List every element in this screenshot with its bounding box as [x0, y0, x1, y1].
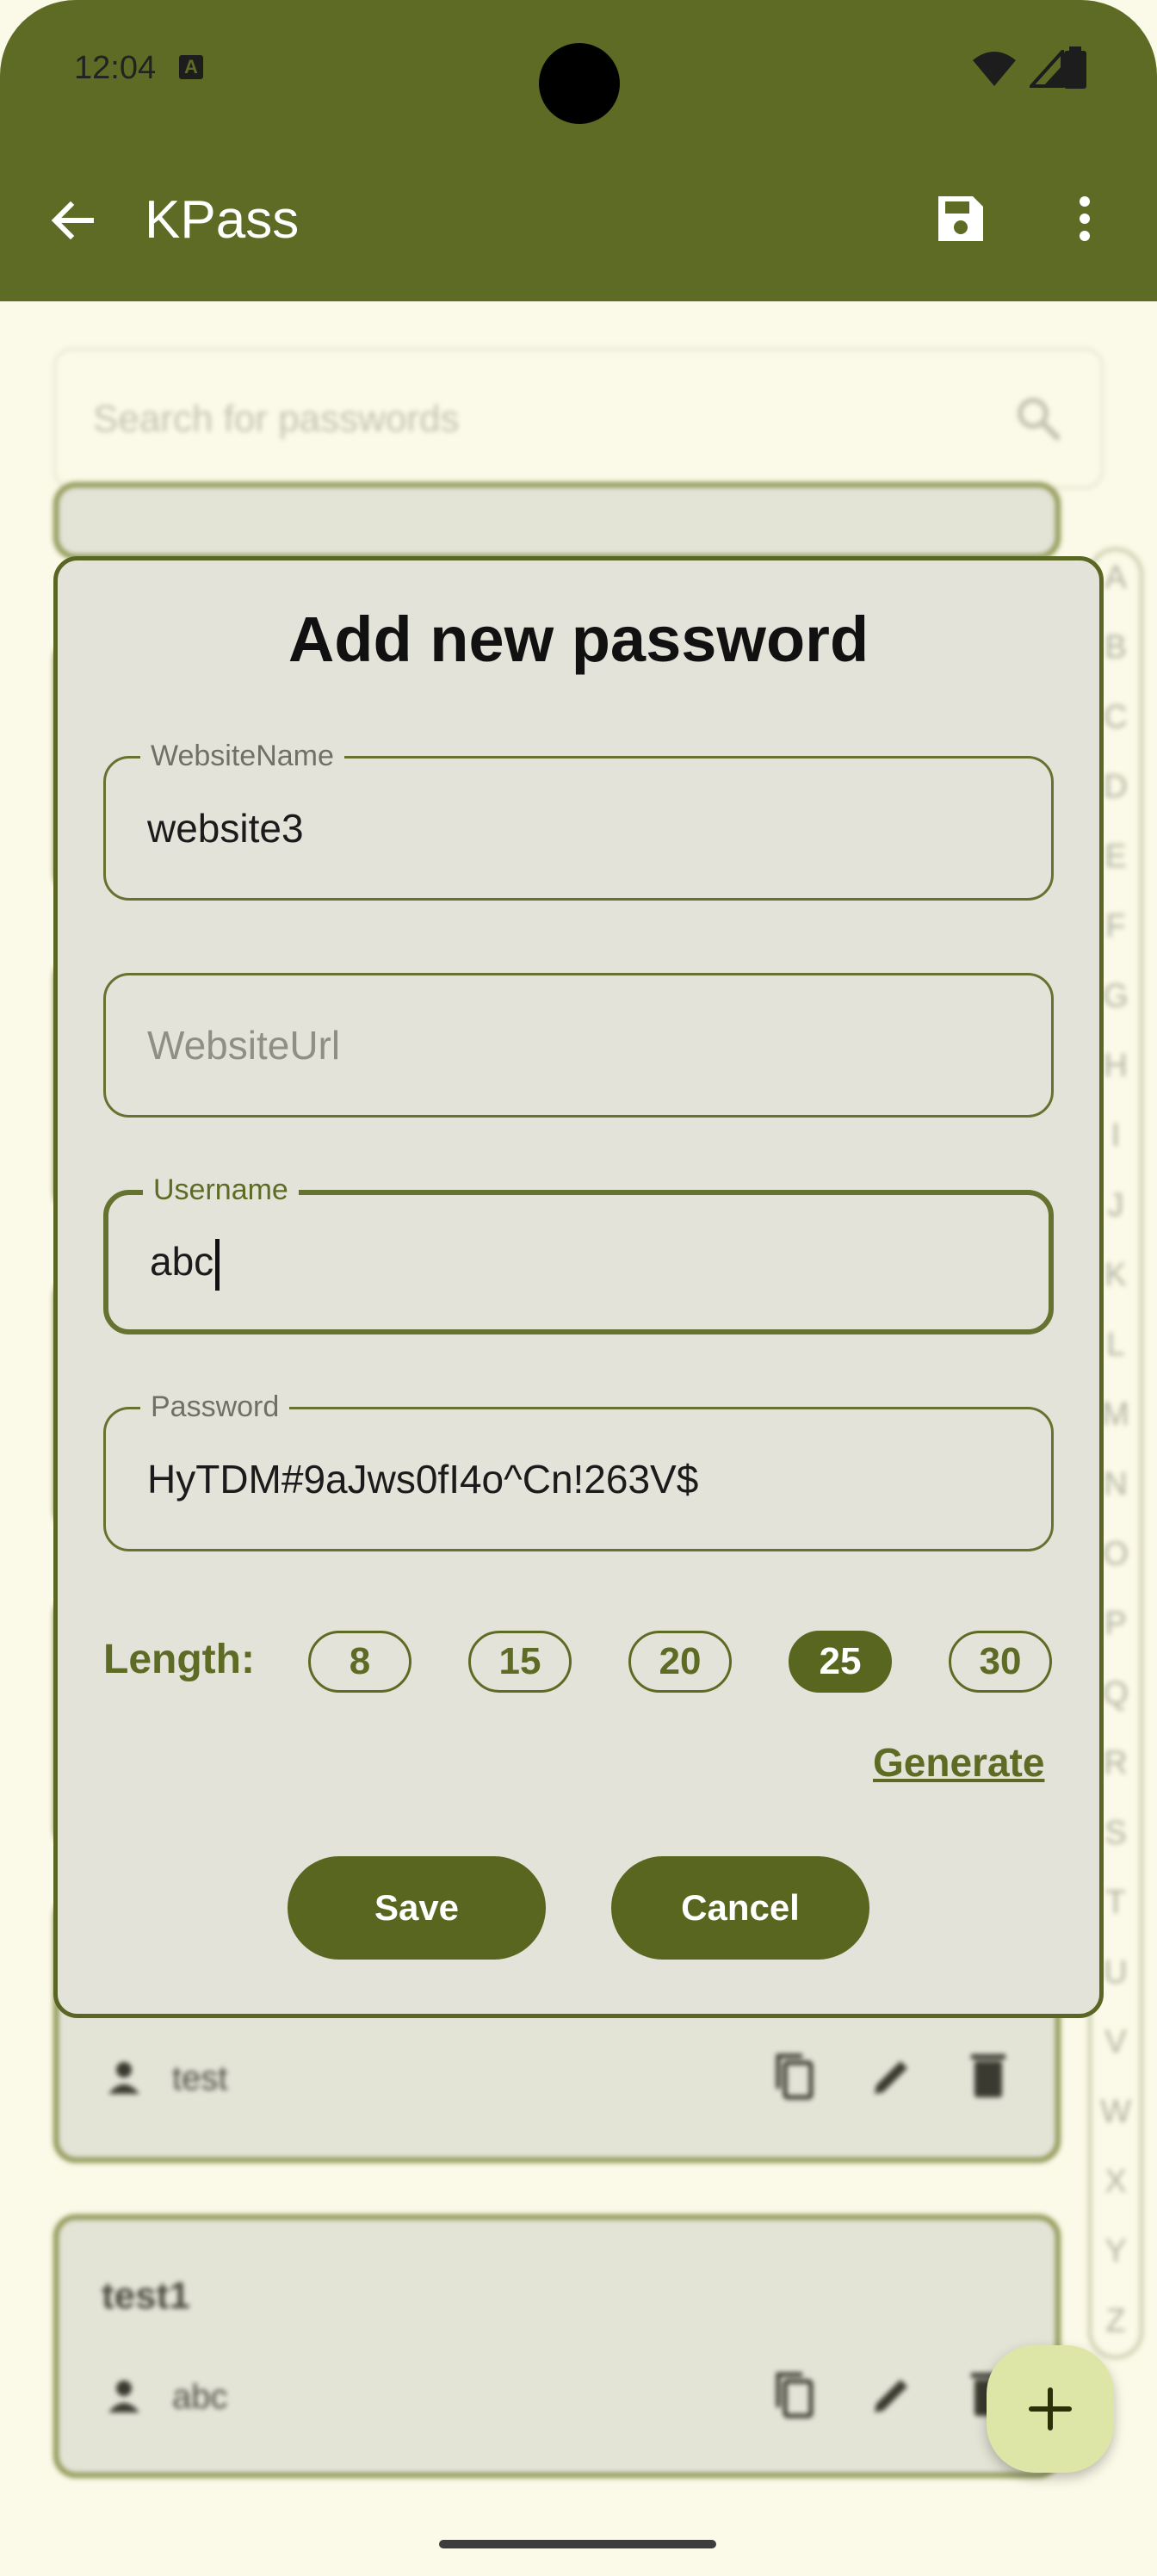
- signal-icon: [1030, 50, 1064, 88]
- password-field[interactable]: Password HyTDM#9aJws0fI4o^Cn!263V$: [103, 1390, 1054, 1551]
- battery-icon: [1064, 46, 1086, 89]
- a-icon: A: [179, 55, 203, 79]
- length-option-25[interactable]: 25: [789, 1631, 892, 1693]
- website-name-label: WebsiteName: [140, 740, 344, 773]
- app-title: KPass: [145, 190, 300, 250]
- person-icon: [108, 2381, 139, 2412]
- text-cursor: [215, 1238, 220, 1291]
- website-url-field[interactable]: WebsiteUrl: [103, 973, 1054, 1118]
- list-item-username: test: [172, 2059, 228, 2097]
- delete-icon[interactable]: [968, 2049, 1009, 2101]
- dialog-title: Add new password: [288, 604, 869, 675]
- plus-icon: [1029, 2387, 1072, 2430]
- back-arrow-icon[interactable]: [45, 193, 100, 248]
- wifi-icon: [973, 52, 1016, 86]
- search-icon[interactable]: [1014, 394, 1064, 444]
- alphabet-letter-v[interactable]: V: [1092, 2024, 1140, 2061]
- length-option-30[interactable]: 30: [949, 1631, 1052, 1693]
- website-url-placeholder: WebsiteUrl: [147, 1023, 341, 1068]
- website-name-value: website3: [147, 806, 304, 851]
- camera-cutout: [539, 43, 620, 124]
- home-indicator[interactable]: [439, 2540, 716, 2548]
- person-icon: [108, 2062, 139, 2094]
- username-field[interactable]: Username abc: [103, 1173, 1054, 1334]
- cancel-button[interactable]: Cancel: [611, 1856, 869, 1960]
- length-option-15[interactable]: 15: [468, 1631, 572, 1693]
- length-option-20[interactable]: 20: [628, 1631, 732, 1693]
- website-name-field[interactable]: WebsiteName website3: [103, 740, 1054, 901]
- length-label: Length:: [103, 1637, 255, 1682]
- length-option-8[interactable]: 8: [308, 1631, 411, 1693]
- list-item-title: test1: [102, 2275, 190, 2317]
- list-item[interactable]: [53, 2214, 1061, 2478]
- add-fab[interactable]: [987, 2345, 1114, 2473]
- username-label: Username: [143, 1173, 299, 1207]
- more-options-icon[interactable]: [1061, 191, 1109, 246]
- alphabet-letter-y[interactable]: Y: [1092, 2233, 1140, 2270]
- search-placeholder: Search for passwords: [93, 398, 460, 440]
- edit-icon[interactable]: [868, 2053, 916, 2101]
- password-value: HyTDM#9aJws0fI4o^Cn!263V$: [147, 1457, 699, 1502]
- list-item-username: abc: [172, 2378, 228, 2416]
- copy-icon[interactable]: [771, 2369, 820, 2421]
- password-label: Password: [140, 1390, 290, 1424]
- edit-icon[interactable]: [868, 2371, 916, 2419]
- save-icon[interactable]: [933, 191, 988, 246]
- copy-icon[interactable]: [771, 2051, 820, 2102]
- username-value: abc: [150, 1239, 214, 1284]
- alphabet-letter-w[interactable]: W: [1092, 2094, 1140, 2131]
- alphabet-letter-z[interactable]: Z: [1092, 2303, 1140, 2340]
- status-time: 12:04: [74, 50, 157, 86]
- alphabet-letter-x[interactable]: X: [1092, 2164, 1140, 2201]
- generate-link[interactable]: Generate: [873, 1739, 1044, 1786]
- list-item[interactable]: [53, 482, 1061, 560]
- save-button[interactable]: Save: [288, 1856, 546, 1960]
